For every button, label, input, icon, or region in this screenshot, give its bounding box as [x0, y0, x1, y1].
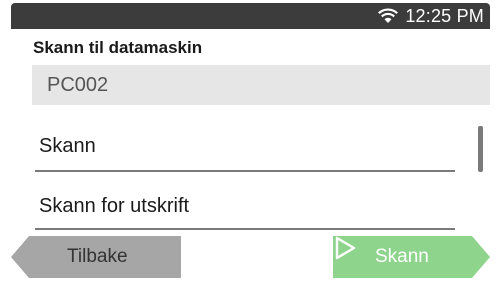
- list-item-skann-for-utskrift[interactable]: Skann for utskrift: [35, 183, 453, 229]
- status-time: 12:25 PM: [405, 5, 484, 26]
- divider: [35, 228, 455, 230]
- back-button-label: Tilbake: [67, 246, 128, 267]
- scrollbar[interactable]: [478, 126, 483, 172]
- scan-button[interactable]: Skann: [333, 236, 490, 278]
- page-title: Skann til datamaskin: [33, 38, 203, 57]
- divider: [35, 170, 455, 172]
- destination-field[interactable]: PC002: [32, 65, 490, 105]
- device-screen: 12:25 PM Skann til datamaskin PC002 Skan…: [0, 0, 500, 284]
- wifi-icon: [378, 8, 399, 23]
- status-bar: 12:25 PM: [11, 3, 490, 29]
- scan-button-label: Skann: [375, 246, 429, 267]
- play-arrow-icon: [335, 236, 356, 260]
- list-item-skann[interactable]: Skann: [35, 123, 453, 169]
- back-button[interactable]: Tilbake: [11, 236, 181, 278]
- bottom-bar: Tilbake Skann: [11, 236, 490, 278]
